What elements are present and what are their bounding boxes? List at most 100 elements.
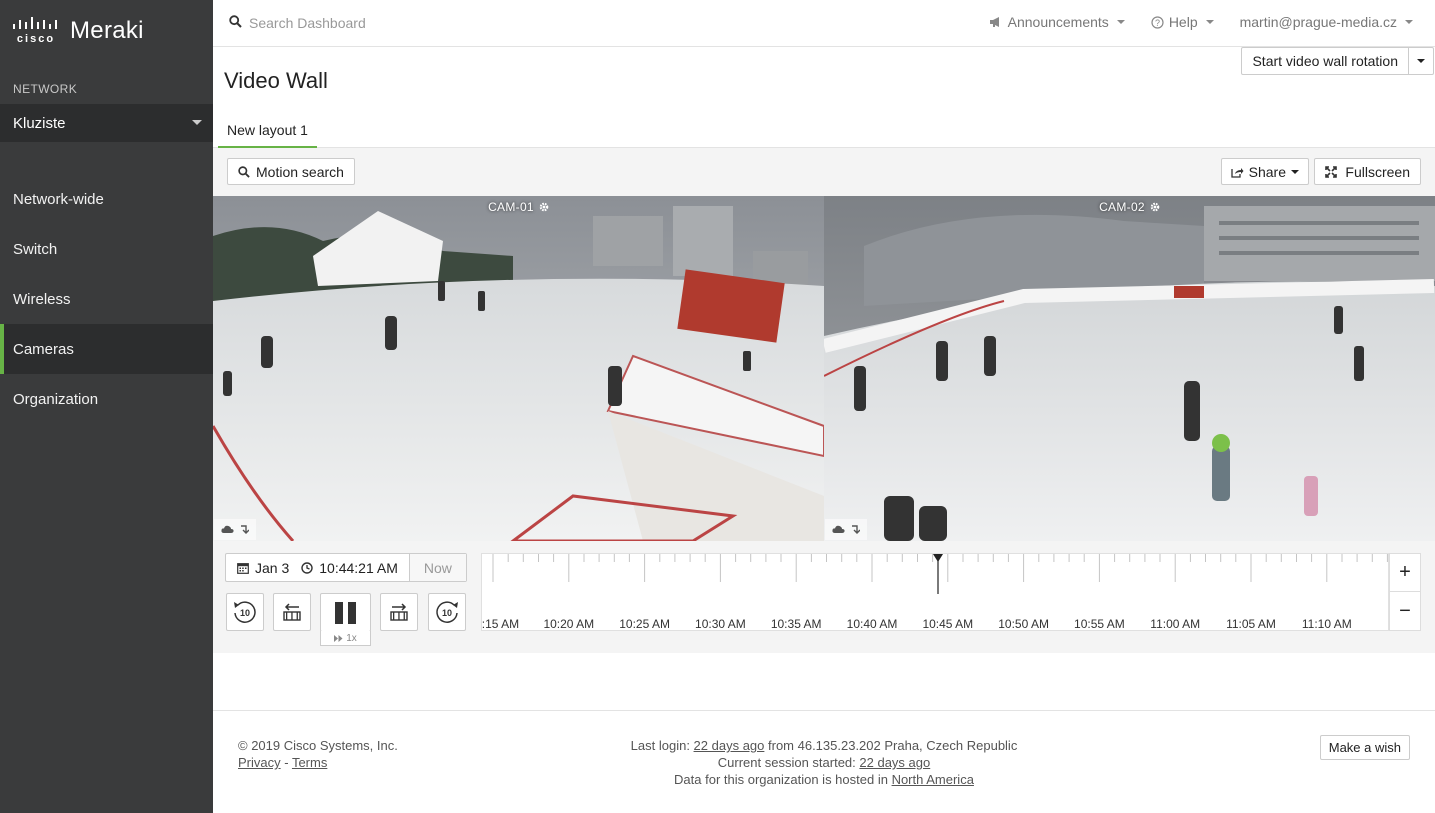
search-icon — [238, 165, 250, 178]
camera-name: CAM-02 — [1099, 200, 1145, 214]
rewind-10-icon: 10 — [234, 601, 256, 623]
forward-10-icon: 10 — [436, 601, 458, 623]
playback-speed-selector[interactable]: 1x — [320, 631, 371, 646]
page-title: Video Wall — [224, 68, 328, 93]
network-label: NETWORK — [13, 82, 78, 96]
sidebar-item-cameras[interactable]: Cameras — [0, 324, 213, 374]
camera-tile-cam-02[interactable]: CAM-02 — [824, 196, 1435, 541]
help-menu[interactable]: ? Help — [1151, 14, 1214, 30]
video-wall: CAM-01 CAM-02 — [213, 196, 1435, 541]
download-icon — [241, 524, 249, 534]
gear-icon[interactable] — [1150, 202, 1160, 212]
timeline-time-label: 10:50 AM — [998, 617, 1049, 631]
last-login-prefix: Last login: — [630, 738, 694, 753]
footer: © 2019 Cisco Systems, Inc. Privacy - Ter… — [213, 710, 1435, 813]
camera-name: CAM-01 — [488, 200, 534, 214]
now-button[interactable]: Now — [409, 554, 466, 581]
last-login-suffix: from 46.135.23.202 Praha, Czech Republic — [764, 738, 1018, 753]
forward-seconds: 10 — [442, 608, 452, 618]
caret-down-icon — [1417, 59, 1425, 63]
network-selector[interactable]: Kluziste — [0, 104, 213, 142]
sidebar-item-switch[interactable]: Switch — [0, 224, 213, 274]
share-icon — [1230, 167, 1244, 178]
rewind-10-button[interactable]: 10 — [226, 593, 264, 631]
megaphone-icon — [989, 17, 999, 27]
user-menu[interactable]: martin@prague-media.cz — [1240, 14, 1413, 30]
playback-time: 10:44:21 AM — [319, 559, 398, 576]
datetime-picker: Jan 3 10:44:21 AM Now — [225, 553, 467, 582]
expand-icon — [1325, 165, 1338, 178]
sidebar-item-label: Cameras — [13, 340, 74, 358]
datetime-button[interactable]: Jan 3 10:44:21 AM — [226, 554, 410, 581]
cisco-bars-icon — [13, 17, 57, 29]
sidebar-item-organization[interactable]: Organization — [0, 374, 213, 424]
sidebar-item-label: Wireless — [13, 290, 71, 308]
network-selected-label: Kluziste — [13, 114, 66, 132]
cisco-meraki-logo[interactable]: cisco Meraki — [12, 14, 144, 48]
start-rotation-button[interactable]: Start video wall rotation — [1241, 47, 1409, 75]
hosted-region-link[interactable]: North America — [892, 772, 974, 787]
announcements-label: Announcements — [1007, 14, 1109, 30]
video-wall-toolbar: Motion search Share Fullscreen — [213, 148, 1435, 196]
layout-tabs: New layout 1 — [213, 114, 1435, 148]
rotation-options-button[interactable] — [1409, 47, 1434, 75]
last-login-link[interactable]: 22 days ago — [694, 738, 765, 753]
skip-forward-icon — [390, 603, 408, 621]
previous-clip-button[interactable] — [273, 593, 311, 631]
timeline-time-label: 11:05 AM — [1226, 617, 1276, 631]
camera-feed-image — [824, 196, 1435, 541]
timeline-time-label: 10:25 AM — [619, 617, 670, 631]
fullscreen-button[interactable]: Fullscreen — [1314, 158, 1421, 185]
forward-10-button[interactable]: 10 — [428, 593, 466, 631]
motion-search-button[interactable]: Motion search — [227, 158, 355, 185]
caret-down-icon — [1116, 20, 1125, 24]
meraki-wordmark: Meraki — [70, 17, 144, 44]
cloud-icon — [221, 525, 234, 533]
timeline-time-label: 10:55 AM — [1074, 617, 1125, 631]
timeline-time-label: 11:00 AM — [1150, 617, 1201, 631]
pause-button[interactable] — [320, 593, 371, 632]
timeline-time-label: 11:10 AM — [1301, 617, 1352, 631]
announcements-menu[interactable]: Announcements — [989, 14, 1125, 30]
footer-session-info: Last login: 22 days ago from 46.135.23.2… — [213, 737, 1435, 788]
share-label: Share — [1248, 163, 1286, 180]
session-started-link[interactable]: 22 days ago — [859, 755, 930, 770]
make-a-wish-button[interactable]: Make a wish — [1319, 735, 1410, 760]
sidebar-item-wireless[interactable]: Wireless — [0, 274, 213, 324]
user-email: martin@prague-media.cz — [1239, 14, 1397, 30]
camera-name-label[interactable]: CAM-02 — [824, 200, 1435, 214]
timeline-zoom-in-button[interactable]: + — [1389, 553, 1421, 592]
search-icon — [229, 15, 242, 28]
playback-timeline[interactable]: :15 AM 10:20 AM 10:25 AM 10:30 AM 10:35 AM 10… — [481, 553, 1389, 631]
playback-date: Jan 3 — [255, 559, 290, 576]
svg-text:?: ? — [1155, 17, 1160, 27]
fullscreen-label: Fullscreen — [1345, 163, 1410, 180]
timeline-time-label: 10:35 AM — [770, 617, 822, 631]
timeline-time-label: 10:45 AM — [922, 617, 974, 631]
skip-back-icon — [283, 603, 301, 621]
tab-new-layout-1[interactable]: New layout 1 — [218, 114, 317, 148]
caret-down-icon — [1405, 20, 1413, 24]
fast-forward-icon — [334, 634, 343, 642]
sidebar-item-label: Network-wide — [13, 190, 104, 208]
camera-tile-cam-01[interactable]: CAM-01 — [213, 196, 824, 541]
playback-controls: Jan 3 10:44:21 AM Now 10 1x 10:15 AM 10… — [213, 541, 1435, 653]
caret-down-icon — [1205, 20, 1214, 24]
sidebar: cisco Meraki NETWORK Kluziste Network-wi… — [0, 0, 213, 813]
sidebar-item-network-wide[interactable]: Network-wide — [0, 174, 213, 224]
share-button[interactable]: Share — [1220, 158, 1309, 185]
timeline-time-label: :15 AM — [481, 617, 520, 631]
cloud-icon — [832, 525, 845, 533]
top-links: Announcements ? Help martin@prague-media… — [989, 14, 1413, 30]
sidebar-item-label: Switch — [13, 240, 58, 258]
timeline-zoom-out-button[interactable]: − — [1389, 592, 1421, 631]
playhead-marker-icon[interactable] — [933, 554, 943, 562]
caret-down-icon — [192, 120, 202, 125]
camera-name-label[interactable]: CAM-01 — [213, 200, 824, 214]
help-label: Help — [1168, 14, 1198, 30]
next-clip-button[interactable] — [380, 593, 418, 631]
gear-icon[interactable] — [539, 202, 549, 212]
search-input[interactable] — [249, 12, 549, 34]
motion-search-label: Motion search — [256, 163, 344, 180]
caret-down-icon — [1291, 169, 1299, 174]
